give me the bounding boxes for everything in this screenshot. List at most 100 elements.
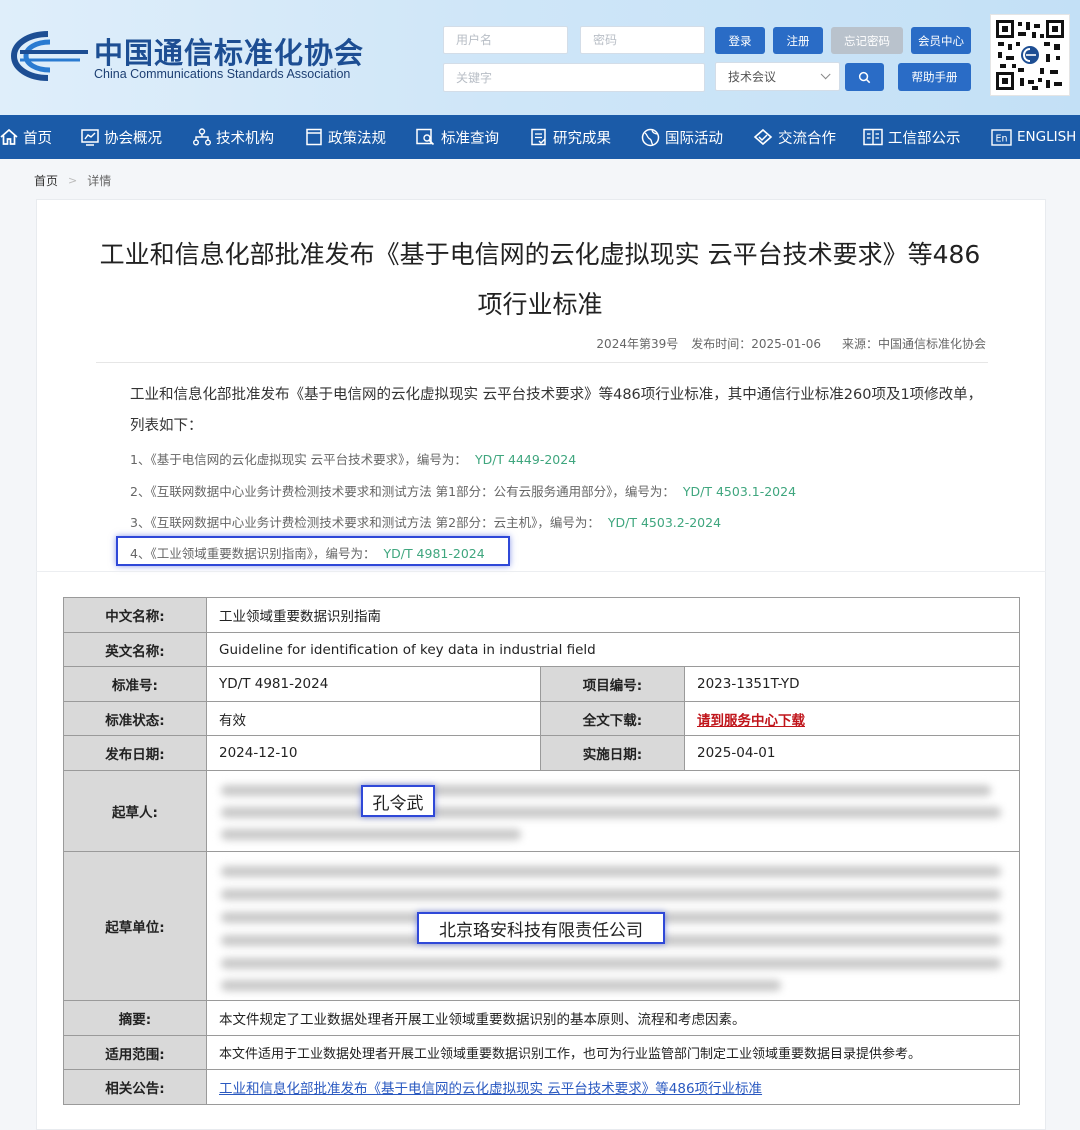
nav-item-policy[interactable]: 政策法规	[305, 115, 386, 159]
article-source: 来源：中国通信标准化协会	[841, 337, 986, 351]
article-intro: 工业和信息化部批准发布《基于电信网的云化虚拟现实 云平台技术要求》等486项行业…	[130, 387, 983, 434]
table-row: 标准号: YD/T 4981-2024 项目编号: 2023-1351T-YD	[63, 666, 1021, 702]
cn-name-label: 中文名称:	[63, 597, 207, 633]
qr-code-icon	[996, 20, 1064, 90]
article-publish-time: 发布时间：2025-01-06	[691, 337, 821, 351]
notice-icon	[863, 128, 883, 146]
chevron-down-icon	[820, 69, 831, 80]
table-row: 发布日期: 2024-12-10 实施日期: 2025-04-01	[63, 735, 1021, 771]
site-header: 中国通信标准化协会 China Communications Standards…	[0, 0, 1080, 115]
login-button[interactable]: 登录	[715, 27, 765, 54]
list-item-code[interactable]: YD/T 4449-2024	[475, 452, 576, 467]
search-button[interactable]	[845, 63, 884, 91]
nav-label: 交流合作	[778, 130, 836, 147]
drafting-unit-highlight: 北京珞安科技有限责任公司	[417, 912, 665, 944]
nav-item-international[interactable]: 国际活动	[641, 115, 723, 159]
report-icon	[531, 128, 546, 146]
nav-label: 技术机构	[216, 130, 274, 147]
en-icon: En	[991, 128, 1012, 146]
help-manual-button[interactable]: 帮助手册	[898, 63, 971, 91]
standard-info-table: 中文名称: 工业领域重要数据识别指南 英文名称: Guideline for i…	[63, 597, 1021, 1105]
username-input[interactable]	[443, 26, 568, 54]
search-doc-icon	[416, 128, 435, 146]
drafting-units-label: 起草单位:	[63, 851, 207, 1001]
globe-icon	[641, 128, 660, 146]
project-number-value: 2023-1351T-YD	[683, 666, 1021, 702]
implementation-date-value: 2025-04-01	[683, 735, 1021, 771]
implementation-date-label: 实施日期:	[540, 735, 685, 771]
drafters-blurred: 孔令武	[207, 771, 1019, 851]
breadcrumb-separator-icon: >	[68, 174, 78, 187]
register-button[interactable]: 注册	[773, 27, 823, 54]
status-label: 标准状态:	[63, 701, 207, 736]
en-name-value: Guideline for identification of key data…	[205, 632, 1021, 667]
download-link[interactable]: 请到服务中心下载	[697, 713, 805, 729]
site-name-en: China Communications Standards Associati…	[94, 67, 351, 81]
article-title-line2: 项行业标准	[477, 290, 603, 319]
handshake-icon	[753, 128, 773, 146]
nav-item-miit-notice[interactable]: 工信部公示	[863, 115, 961, 159]
section-divider	[36, 571, 1046, 572]
standard-number-label: 标准号:	[63, 666, 207, 702]
home-icon	[0, 128, 18, 145]
list-item-code[interactable]: YD/T 4503.2-2024	[608, 515, 721, 530]
en-name-label: 英文名称:	[63, 632, 207, 667]
list-item: 2、《互联网数据中心业务计费检测技术要求和测试方法 第1部分：公有云服务通用部分…	[130, 481, 796, 500]
table-row: 标准状态: 有效 全文下载: 请到服务中心下载	[63, 701, 1021, 736]
publish-date-label: 发布日期:	[63, 735, 207, 771]
article-issue: 2024年第39号	[596, 337, 679, 351]
nav-label: 协会概况	[104, 130, 162, 147]
scope-value: 本文件适用于工业数据处理者开展工业领域重要数据识别工作，也可为行业监管部门制定工…	[205, 1035, 1021, 1070]
list-item-text: 3、《互联网数据中心业务计费检测技术要求和测试方法 第2部分：云主机》，编号为：	[130, 515, 600, 530]
related-notice-link[interactable]: 工业和信息化部批准发布《基于电信网的云化虚拟现实 云平台技术要求》等486项行业…	[219, 1081, 762, 1097]
nav-label: 工信部公示	[888, 130, 961, 147]
project-number-label: 项目编号:	[540, 666, 685, 702]
table-row: 相关公告: 工业和信息化部批准发布《基于电信网的云化虚拟现实 云平台技术要求》等…	[63, 1069, 1021, 1105]
nav-item-english[interactable]: En ENGLISH	[991, 115, 1076, 159]
list-item-code[interactable]: YD/T 4503.1-2024	[683, 484, 796, 499]
nav-item-cooperation[interactable]: 交流合作	[753, 115, 836, 159]
nav-item-about[interactable]: 协会概况	[81, 115, 162, 159]
publish-date-value: 2024-12-10	[206, 735, 541, 771]
download-label: 全文下载:	[540, 701, 685, 736]
related-notice-label: 相关公告:	[63, 1069, 207, 1105]
list-item-text: 4、《工业领域重要数据识别指南》，编号为：	[130, 546, 376, 561]
nav-item-home[interactable]: 首页	[0, 115, 52, 159]
cn-name-value: 工业领域重要数据识别指南	[205, 597, 1021, 633]
standard-number-value: YD/T 4981-2024	[206, 666, 541, 702]
nav-item-research[interactable]: 研究成果	[530, 115, 611, 159]
nav-label: 标准查询	[441, 130, 499, 147]
nav-label: ENGLISH	[1017, 129, 1077, 145]
nav-item-standard-query[interactable]: 标准查询	[416, 115, 499, 159]
table-row: 起草人: 孔令武	[63, 770, 1021, 852]
list-item: 4、《工业领域重要数据识别指南》，编号为： YD/T 4981-2024	[130, 543, 485, 562]
ccsa-logo	[10, 31, 88, 81]
main-nav: 首页 协会概况 技术机构 政策法规 标准查询 研究成果 国际活动 交流合作 工信…	[0, 115, 1080, 159]
list-item-code[interactable]: YD/T 4981-2024	[383, 546, 484, 561]
qr-code	[990, 14, 1070, 96]
nav-label: 研究成果	[553, 130, 611, 147]
abstract-label: 摘要:	[63, 1000, 207, 1036]
table-row: 摘要: 本文件规定了工业数据处理者开展工业领域重要数据识别的基本原则、流程和考虑…	[63, 1000, 1021, 1036]
chart-icon	[81, 128, 99, 146]
keyword-input[interactable]	[443, 63, 705, 92]
nav-label: 国际活动	[665, 130, 723, 147]
breadcrumb: 首页 > 详情	[34, 172, 111, 189]
forgot-password-button[interactable]: 忘记密码	[831, 27, 903, 54]
article-meta: 2024年第39号 发布时间：2025-01-06 来源：中国通信标准化协会	[596, 335, 986, 352]
drafting-units-blurred: 北京珞安科技有限责任公司	[207, 852, 1019, 1000]
breadcrumb-home[interactable]: 首页	[34, 172, 58, 189]
list-item-text: 2、《互联网数据中心业务计费检测技术要求和测试方法 第1部分：公有云服务通用部分…	[130, 484, 675, 499]
status-value: 有效	[206, 701, 541, 736]
nav-item-tech-org[interactable]: 技术机构	[193, 115, 274, 159]
member-center-button[interactable]: 会员中心	[911, 27, 971, 54]
table-row: 英文名称: Guideline for identification of ke…	[63, 632, 1021, 667]
list-item-text: 1、《基于电信网的云化虚拟现实 云平台技术要求》，编号为：	[130, 452, 467, 467]
table-row: 适用范围: 本文件适用于工业数据处理者开展工业领域重要数据识别工作，也可为行业监…	[63, 1035, 1021, 1070]
download-cell: 请到服务中心下载	[683, 701, 1021, 736]
article-title-line1: 工业和信息化部批准发布《基于电信网的云化虚拟现实 云平台技术要求》等486	[99, 240, 981, 269]
table-row: 起草单位: 北京珞安科技有限责任公司	[63, 851, 1021, 1001]
password-input[interactable]	[580, 26, 705, 54]
article-title: 工业和信息化部批准发布《基于电信网的云化虚拟现实 云平台技术要求》等486 项行…	[0, 230, 1080, 330]
category-select[interactable]: 技术会议	[715, 62, 840, 91]
